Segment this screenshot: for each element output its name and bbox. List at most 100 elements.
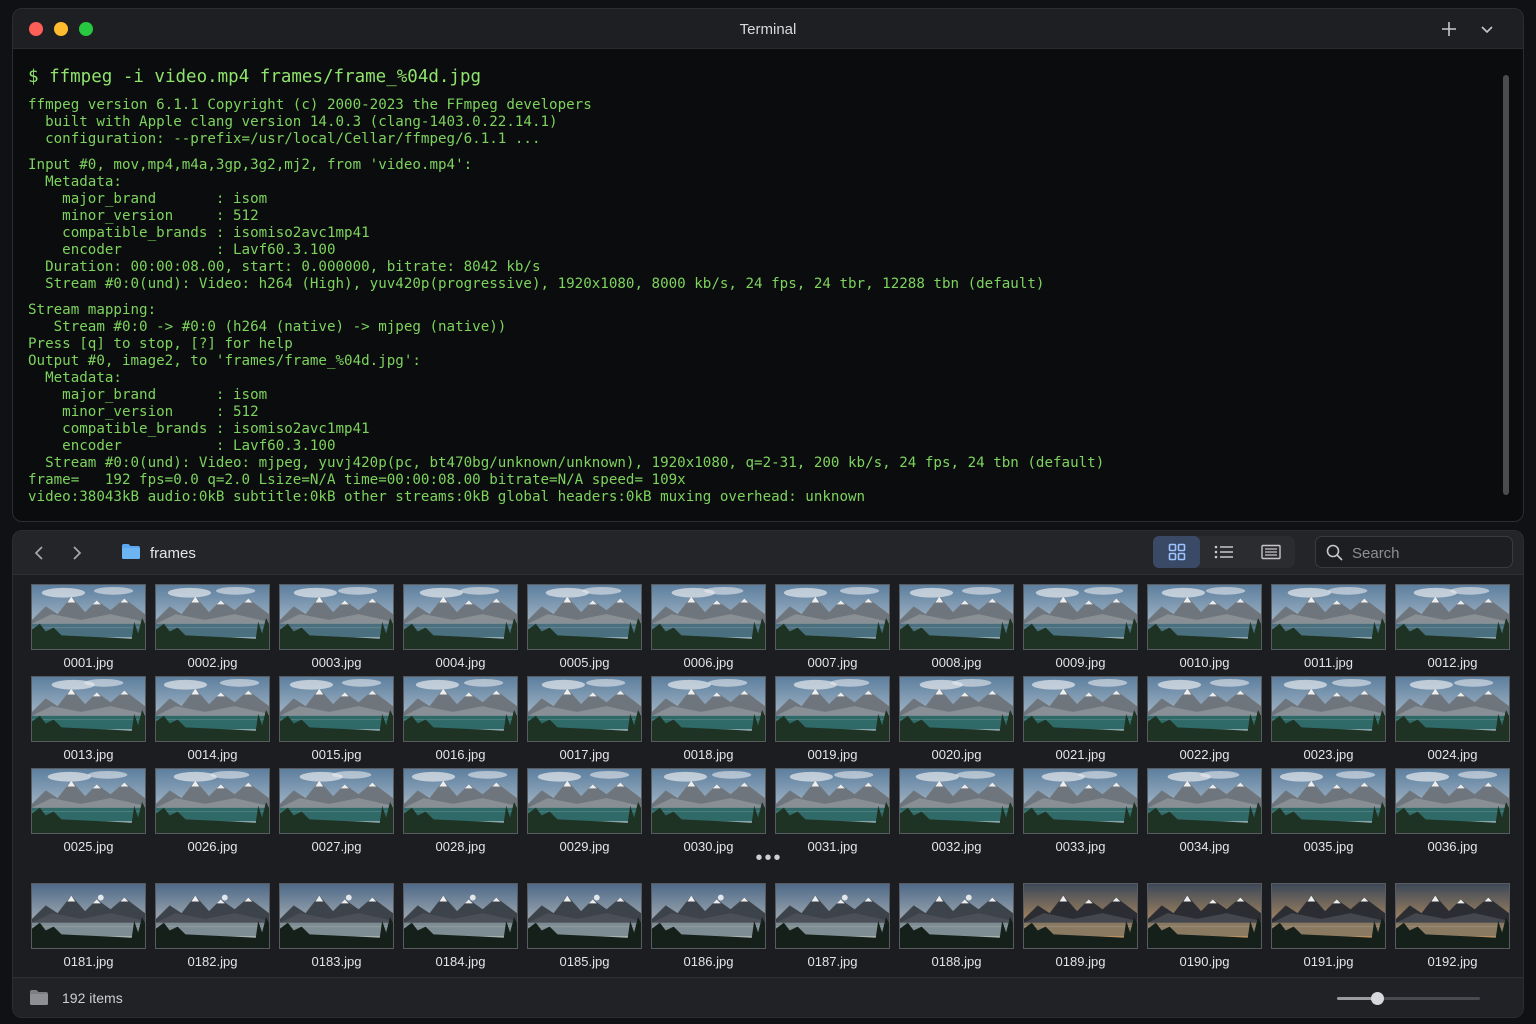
file-item[interactable]: 0181.jpg — [31, 883, 146, 975]
image-thumbnail[interactable] — [899, 584, 1014, 650]
image-thumbnail[interactable] — [155, 883, 270, 949]
image-thumbnail[interactable] — [1395, 768, 1510, 834]
image-thumbnail[interactable] — [279, 584, 394, 650]
file-item[interactable]: 0022.jpg — [1147, 676, 1262, 768]
image-thumbnail[interactable] — [403, 768, 518, 834]
image-thumbnail[interactable] — [775, 768, 890, 834]
image-thumbnail[interactable] — [155, 676, 270, 742]
image-thumbnail[interactable] — [1271, 676, 1386, 742]
image-thumbnail[interactable] — [155, 584, 270, 650]
image-thumbnail[interactable] — [899, 676, 1014, 742]
image-thumbnail[interactable] — [651, 584, 766, 650]
file-item[interactable]: 0031.jpg — [775, 768, 890, 860]
image-thumbnail[interactable] — [155, 768, 270, 834]
image-thumbnail[interactable] — [279, 676, 394, 742]
zoom-slider-knob[interactable] — [1371, 992, 1385, 1005]
back-button[interactable] — [27, 541, 51, 565]
file-item[interactable]: 0183.jpg — [279, 883, 394, 975]
file-item[interactable]: 0027.jpg — [279, 768, 394, 860]
image-thumbnail[interactable] — [1023, 584, 1138, 650]
image-thumbnail[interactable] — [1271, 584, 1386, 650]
image-thumbnail[interactable] — [527, 768, 642, 834]
file-item[interactable]: 0011.jpg — [1271, 584, 1386, 676]
new-tab-button[interactable] — [1437, 17, 1461, 41]
file-item[interactable]: 0190.jpg — [1147, 883, 1262, 975]
image-thumbnail[interactable] — [775, 676, 890, 742]
zoom-slider[interactable] — [1337, 992, 1480, 1005]
image-thumbnail[interactable] — [279, 768, 394, 834]
image-thumbnail[interactable] — [1395, 883, 1510, 949]
image-thumbnail[interactable] — [1023, 883, 1138, 949]
file-item[interactable]: 0016.jpg — [403, 676, 518, 768]
image-thumbnail[interactable] — [651, 768, 766, 834]
file-item[interactable]: 0185.jpg — [527, 883, 642, 975]
file-item[interactable]: 0026.jpg — [155, 768, 270, 860]
image-thumbnail[interactable] — [403, 676, 518, 742]
image-thumbnail[interactable] — [31, 676, 146, 742]
file-item[interactable]: 0024.jpg — [1395, 676, 1510, 768]
search-box[interactable] — [1315, 536, 1513, 568]
file-item[interactable]: 0012.jpg — [1395, 584, 1510, 676]
image-thumbnail[interactable] — [1271, 883, 1386, 949]
image-thumbnail[interactable] — [1147, 883, 1262, 949]
image-thumbnail[interactable] — [403, 883, 518, 949]
image-thumbnail[interactable] — [775, 883, 890, 949]
file-item[interactable]: 0029.jpg — [527, 768, 642, 860]
file-item[interactable]: 0032.jpg — [899, 768, 1014, 860]
file-item[interactable]: 0034.jpg — [1147, 768, 1262, 860]
image-thumbnail[interactable] — [403, 584, 518, 650]
image-thumbnail[interactable] — [31, 883, 146, 949]
terminal-titlebar[interactable]: Terminal — [13, 9, 1523, 49]
image-thumbnail[interactable] — [1395, 676, 1510, 742]
image-thumbnail[interactable] — [1147, 768, 1262, 834]
image-thumbnail[interactable] — [1147, 584, 1262, 650]
file-item[interactable]: 0014.jpg — [155, 676, 270, 768]
file-item[interactable]: 0013.jpg — [31, 676, 146, 768]
file-item[interactable]: 0001.jpg — [31, 584, 146, 676]
column-view-button[interactable] — [1248, 536, 1295, 568]
file-item[interactable]: 0007.jpg — [775, 584, 890, 676]
file-item[interactable]: 0005.jpg — [527, 584, 642, 676]
file-item[interactable]: 0188.jpg — [899, 883, 1014, 975]
image-thumbnail[interactable] — [1395, 584, 1510, 650]
list-view-button[interactable] — [1200, 536, 1247, 568]
file-item[interactable]: 0036.jpg — [1395, 768, 1510, 860]
file-item[interactable]: 0002.jpg — [155, 584, 270, 676]
file-item[interactable]: 0030.jpg — [651, 768, 766, 860]
file-item[interactable]: 0035.jpg — [1271, 768, 1386, 860]
file-item[interactable]: 0191.jpg — [1271, 883, 1386, 975]
file-item[interactable]: 0184.jpg — [403, 883, 518, 975]
file-item[interactable]: 0009.jpg — [1023, 584, 1138, 676]
image-thumbnail[interactable] — [1023, 768, 1138, 834]
file-item[interactable]: 0033.jpg — [1023, 768, 1138, 860]
file-item[interactable]: 0187.jpg — [775, 883, 890, 975]
file-item[interactable]: 0019.jpg — [775, 676, 890, 768]
image-thumbnail[interactable] — [279, 883, 394, 949]
file-item[interactable]: 0182.jpg — [155, 883, 270, 975]
terminal-output[interactable]: $ ffmpeg -i video.mp4 frames/frame_%04d.… — [13, 50, 1523, 521]
file-item[interactable]: 0023.jpg — [1271, 676, 1386, 768]
image-thumbnail[interactable] — [31, 768, 146, 834]
file-item[interactable]: 0003.jpg — [279, 584, 394, 676]
image-thumbnail[interactable] — [775, 584, 890, 650]
image-thumbnail[interactable] — [527, 676, 642, 742]
terminal-scrollbar[interactable] — [1503, 75, 1509, 495]
file-item[interactable]: 0010.jpg — [1147, 584, 1262, 676]
file-item[interactable]: 0006.jpg — [651, 584, 766, 676]
file-item[interactable]: 0020.jpg — [899, 676, 1014, 768]
image-thumbnail[interactable] — [651, 883, 766, 949]
image-thumbnail[interactable] — [899, 768, 1014, 834]
file-item[interactable]: 0017.jpg — [527, 676, 642, 768]
tab-overview-button[interactable] — [1475, 17, 1499, 41]
file-item[interactable]: 0186.jpg — [651, 883, 766, 975]
image-thumbnail[interactable] — [527, 584, 642, 650]
image-thumbnail[interactable] — [31, 584, 146, 650]
file-item[interactable]: 0025.jpg — [31, 768, 146, 860]
image-thumbnail[interactable] — [899, 883, 1014, 949]
file-item[interactable]: 0192.jpg — [1395, 883, 1510, 975]
image-thumbnail[interactable] — [1023, 676, 1138, 742]
image-thumbnail[interactable] — [1271, 768, 1386, 834]
image-thumbnail[interactable] — [651, 676, 766, 742]
image-thumbnail[interactable] — [1147, 676, 1262, 742]
file-item[interactable]: 0021.jpg — [1023, 676, 1138, 768]
